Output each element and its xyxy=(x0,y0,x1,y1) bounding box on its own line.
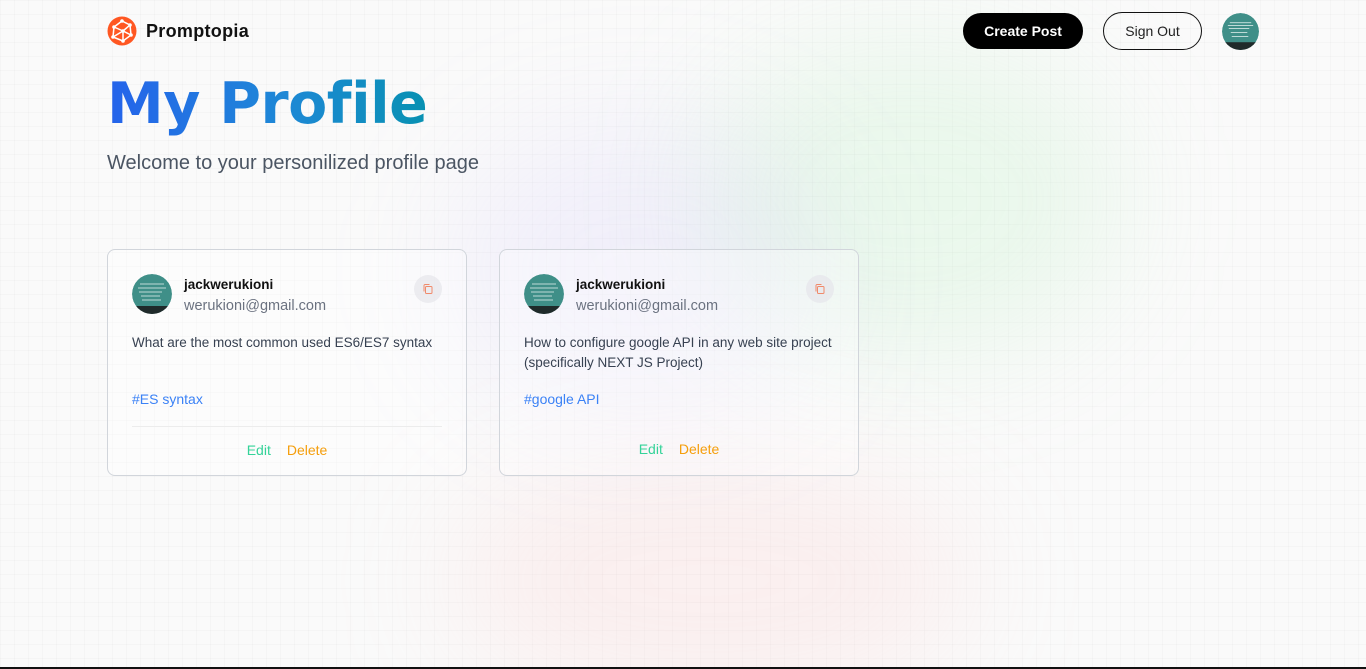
sign-out-button[interactable]: Sign Out xyxy=(1103,12,1202,50)
brand-link[interactable]: Promptopia xyxy=(107,16,249,46)
author-info: jackwerukioni werukioni@gmail.com xyxy=(576,276,718,316)
author-avatar[interactable] xyxy=(524,274,564,314)
prompt-text: What are the most common used ES6/ES7 sy… xyxy=(132,335,433,350)
edit-button[interactable]: Edit xyxy=(639,441,663,457)
copy-icon xyxy=(815,284,825,294)
nav-actions: Create Post Sign Out xyxy=(963,12,1259,50)
network-globe-icon xyxy=(107,16,137,46)
edit-button[interactable]: Edit xyxy=(247,442,271,458)
author-username: jackwerukioni xyxy=(576,277,666,292)
card-actions: Edit Delete xyxy=(132,426,442,476)
page-title: My Profile xyxy=(107,71,428,137)
author-info: jackwerukioni werukioni@gmail.com xyxy=(184,276,326,316)
user-avatar[interactable] xyxy=(1222,12,1259,50)
background-glow-pink xyxy=(450,460,970,669)
delete-button[interactable]: Delete xyxy=(679,441,719,457)
author-email: werukioni@gmail.com xyxy=(576,298,719,314)
prompt-card: jackwerukioni werukioni@gmail.com What a… xyxy=(107,249,467,476)
create-post-button[interactable]: Create Post xyxy=(963,13,1083,49)
prompt-tag[interactable]: #google API xyxy=(524,389,834,409)
prompt-tag[interactable]: #ES syntax xyxy=(132,389,442,409)
card-actions: Edit Delete xyxy=(524,426,834,476)
copy-button[interactable] xyxy=(414,275,442,303)
delete-button[interactable]: Delete xyxy=(287,442,327,458)
card-header: jackwerukioni werukioni@gmail.com xyxy=(132,274,442,316)
copy-icon xyxy=(423,284,433,294)
brand-name: Promptopia xyxy=(146,20,250,41)
author-username: jackwerukioni xyxy=(184,277,274,292)
author-avatar[interactable] xyxy=(132,274,172,314)
prompt-text: How to configure google API in any web s… xyxy=(524,335,832,370)
page-subtitle: Welcome to your personilized profile pag… xyxy=(107,152,480,174)
top-nav: Promptopia Create Post Sign Out xyxy=(107,12,1259,50)
copy-button[interactable] xyxy=(806,275,834,303)
card-header: jackwerukioni werukioni@gmail.com xyxy=(524,274,834,316)
author-email: werukioni@gmail.com xyxy=(184,298,327,314)
prompt-card: jackwerukioni werukioni@gmail.com How to… xyxy=(499,249,859,476)
